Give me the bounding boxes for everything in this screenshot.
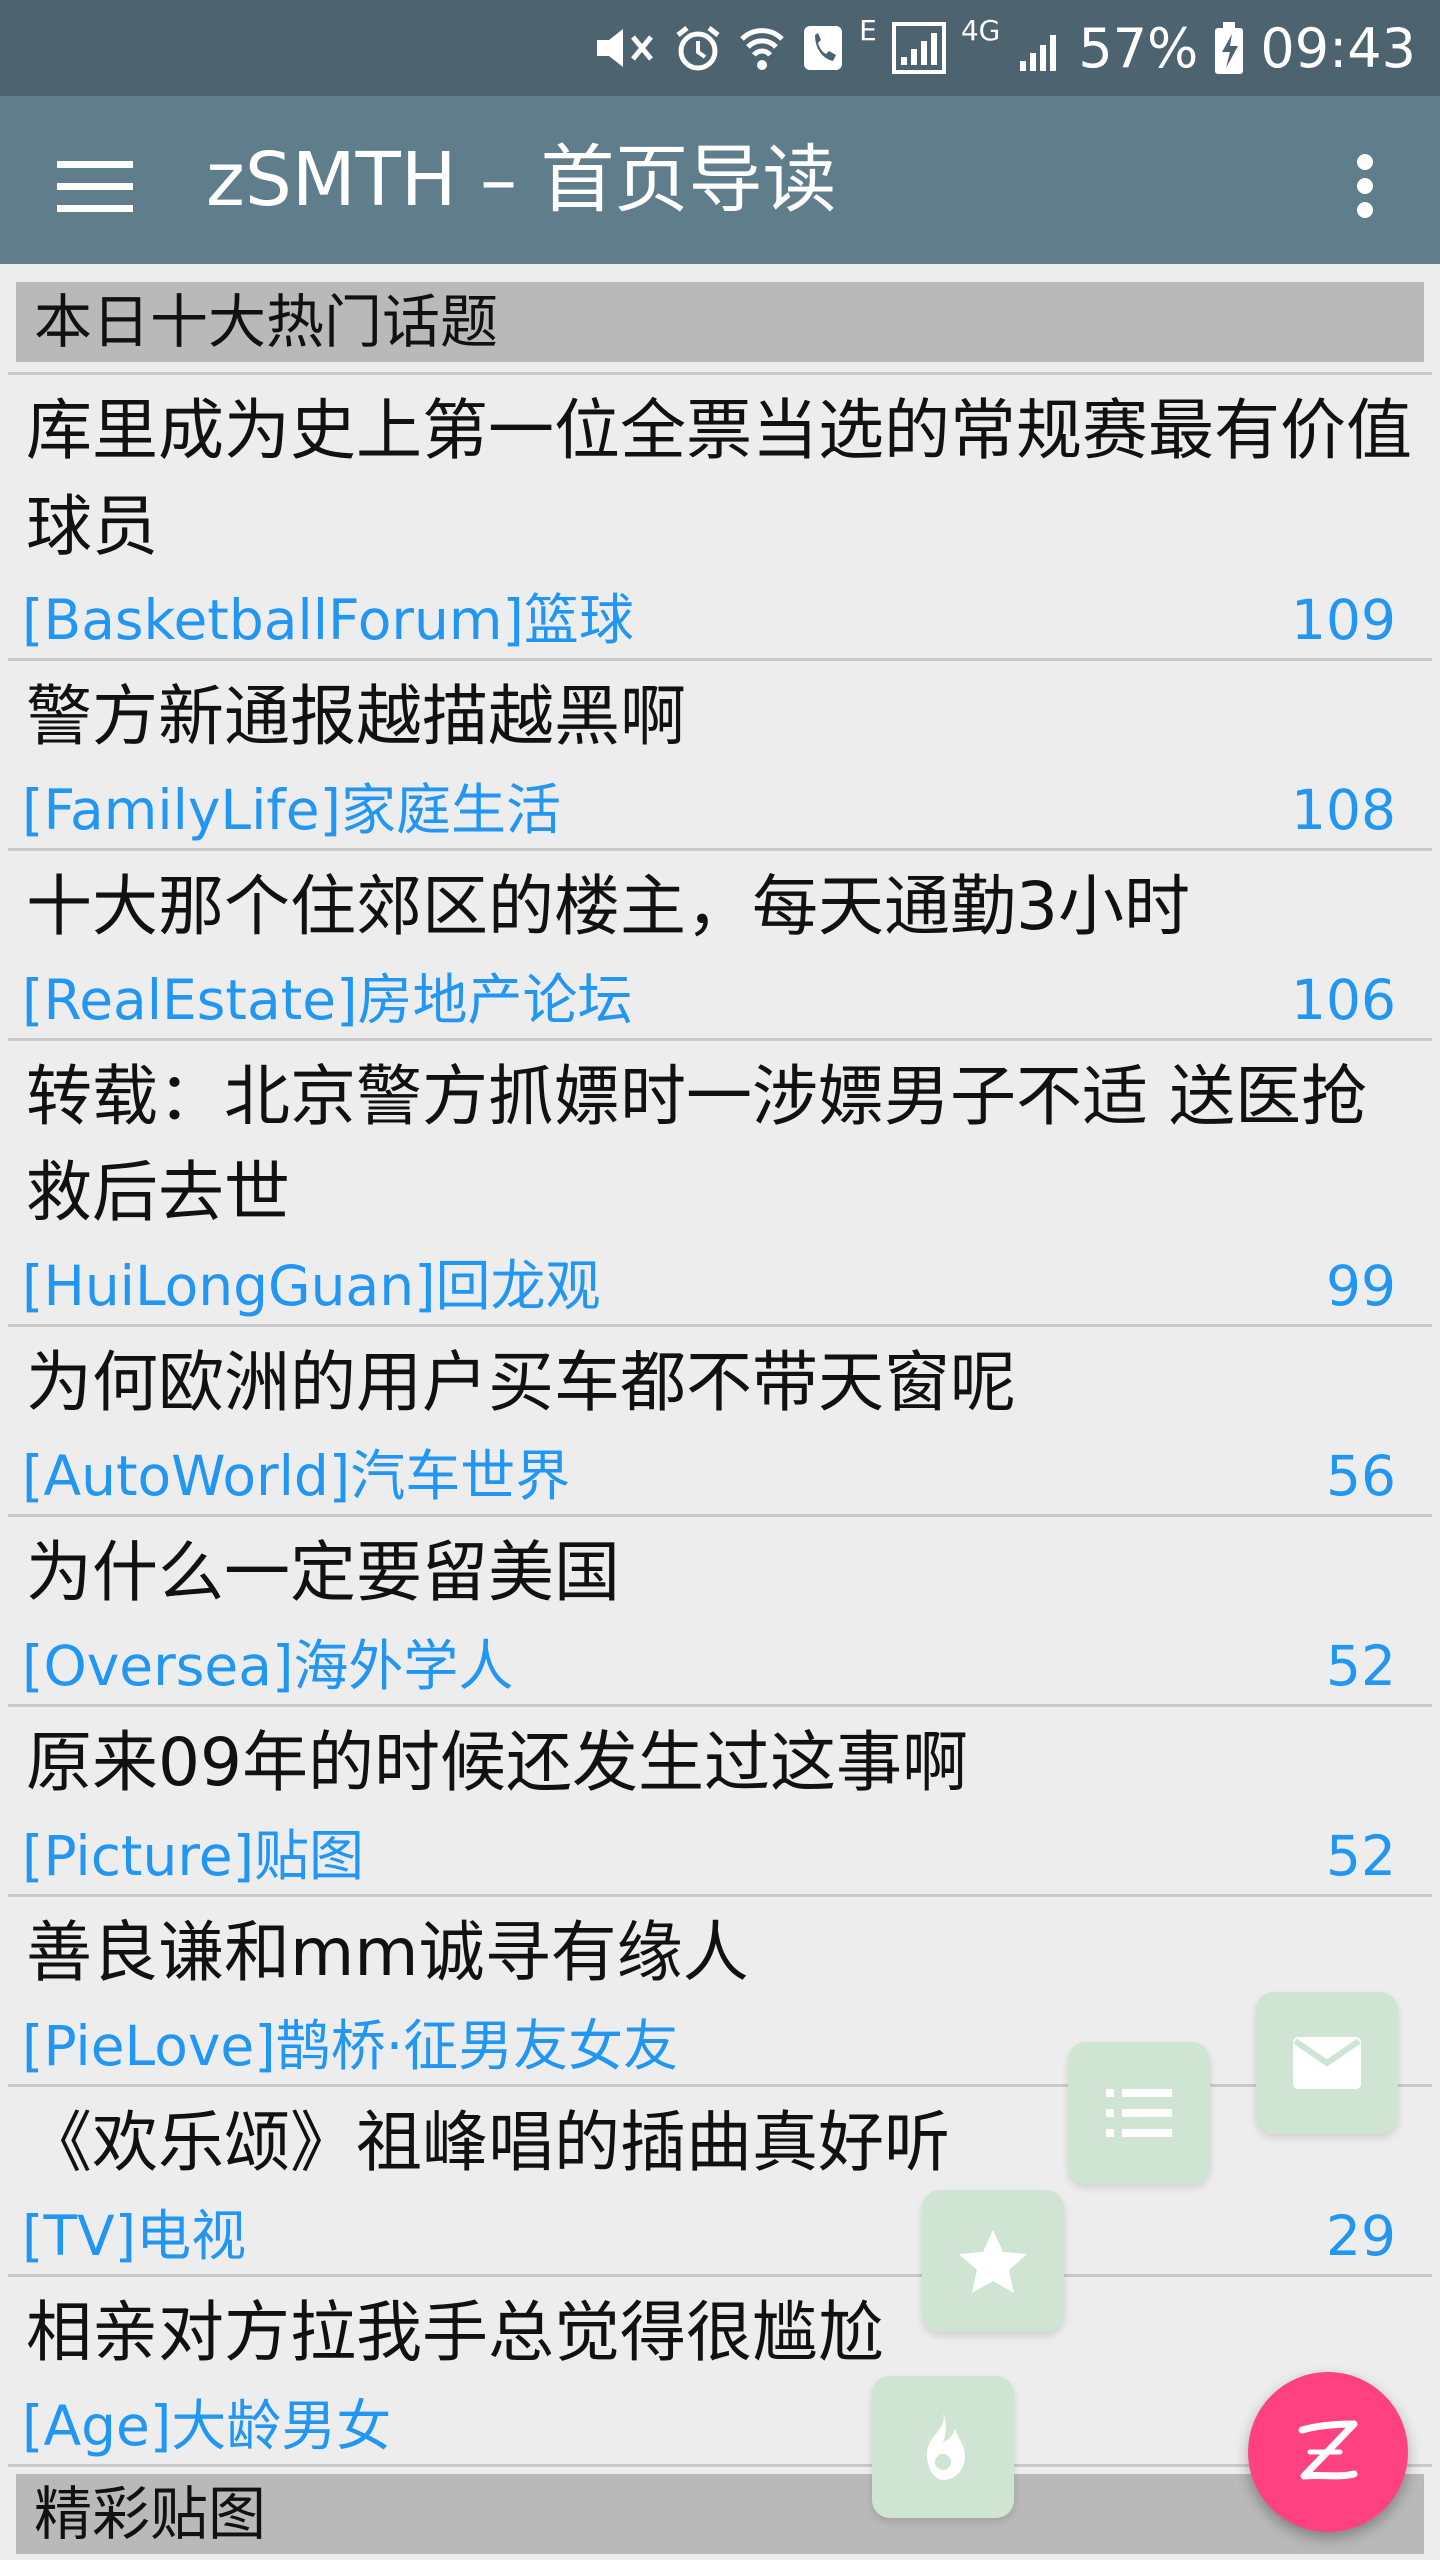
overflow-menu-button[interactable]: [1330, 138, 1400, 234]
status-icons: E 4G 57% 09:43: [589, 0, 1416, 96]
topic-board[interactable]: [AutoWorld]汽车世界: [22, 1441, 570, 1511]
topic-title: 原来09年的时候还发生过这事啊: [26, 1724, 968, 1801]
topic-reply-count: 109: [1291, 588, 1396, 652]
topic-board[interactable]: [Picture]贴图: [22, 1821, 364, 1891]
topic-title: 库里成为史上第一位全票当选的常规赛最有价值球员: [26, 392, 1412, 565]
mail-icon: [1293, 2037, 1361, 2089]
topic-item[interactable]: 转载：北京警方抓嫖时一涉嫖男子不适 送医抢救后去世 [HuiLongGuan]回…: [8, 1038, 1432, 1324]
app-bar: zSMTH – 首页导读: [0, 96, 1440, 264]
list-icon: [1106, 2089, 1172, 2137]
network-4g-label: 4G: [960, 14, 1001, 47]
topic-title: 十大那个住郊区的楼主，每天通勤3小时: [26, 868, 1190, 945]
phone-icon: [801, 23, 845, 73]
topic-board[interactable]: [HuiLongGuan]回龙观: [22, 1251, 601, 1321]
app-title: zSMTH – 首页导读: [206, 137, 837, 223]
wifi-call-icon: [737, 21, 787, 75]
topic-title: 善良谦和mm诚寻有缘人: [26, 1914, 749, 1991]
fire-icon: [926, 2412, 965, 2480]
topic-title: 转载：北京警方抓嫖时一涉嫖男子不适 送医抢救后去世: [26, 1058, 1367, 1231]
signal-icon-2: [1014, 21, 1064, 75]
z-logo-icon: [1298, 2420, 1358, 2480]
topic-title: 为何欧洲的用户买车都不带天窗呢: [26, 1344, 1016, 1421]
menu-button[interactable]: [40, 138, 150, 234]
topic-board[interactable]: [Age]大龄男女: [22, 2391, 391, 2461]
topic-title: 警方新通报越描越黑啊: [26, 678, 686, 755]
topic-item[interactable]: 相亲对方拉我手总觉得很尴尬 [Age]大龄男女: [8, 2274, 1432, 2464]
topic-board[interactable]: [PieLove]鹊桥·征男友女友: [22, 2011, 678, 2081]
topic-item[interactable]: 善良谦和mm诚寻有缘人 [PieLove]鹊桥·征男友女友: [8, 1894, 1432, 2084]
topic-board[interactable]: [FamilyLife]家庭生活: [22, 775, 561, 845]
alarm-icon: [673, 23, 723, 73]
network-e-label: E: [859, 14, 877, 47]
topic-board[interactable]: [Oversea]海外学人: [22, 1631, 513, 1701]
more-vert-icon: [1357, 154, 1373, 218]
topic-board[interactable]: [BasketballForum]篮球: [22, 585, 634, 655]
topic-item[interactable]: 为什么一定要留美国 [Oversea]海外学人 52: [8, 1514, 1432, 1704]
topic-reply-count: 52: [1326, 1824, 1396, 1888]
topic-reply-count: 56: [1326, 1444, 1396, 1508]
section-header-featured-pictures: 精彩贴图: [16, 2474, 1424, 2554]
main-fab[interactable]: [1248, 2372, 1408, 2532]
topic-reply-count: 108: [1291, 778, 1396, 842]
topic-title: 为什么一定要留美国: [26, 1534, 620, 1611]
list-fab[interactable]: [1068, 2042, 1210, 2184]
topic-board[interactable]: [RealEstate]房地产论坛: [22, 965, 633, 1035]
star-icon: [959, 2230, 1027, 2293]
mute-icon: [589, 23, 659, 73]
hot-fab[interactable]: [872, 2376, 1014, 2518]
clock-time: 09:43: [1260, 16, 1416, 80]
topic-reply-count: 99: [1326, 1254, 1396, 1318]
topic-item[interactable]: 为何欧洲的用户买车都不带天窗呢 [AutoWorld]汽车世界 56: [8, 1324, 1432, 1514]
favorite-fab[interactable]: [922, 2190, 1064, 2332]
topic-item[interactable]: 十大那个住郊区的楼主，每天通勤3小时 [RealEstate]房地产论坛 106: [8, 848, 1432, 1038]
topic-item[interactable]: 警方新通报越描越黑啊 [FamilyLife]家庭生活 108: [8, 658, 1432, 848]
topic-item[interactable]: 原来09年的时候还发生过这事啊 [Picture]贴图 52: [8, 1704, 1432, 1894]
topic-title: 相亲对方拉我手总觉得很尴尬: [26, 2294, 884, 2371]
topic-board[interactable]: [TV]电视: [22, 2201, 246, 2271]
mail-fab[interactable]: [1256, 1992, 1398, 2134]
list-divider: [8, 2464, 1432, 2468]
status-bar: E 4G 57% 09:43: [0, 0, 1440, 96]
hamburger-menu-icon: [57, 161, 133, 212]
battery-charging-icon: [1212, 20, 1246, 76]
signal-icon-1: [891, 21, 947, 75]
topic-reply-count: 52: [1326, 1634, 1396, 1698]
battery-percent: 57%: [1078, 16, 1199, 80]
topic-title: 《欢乐颂》祖峰唱的插曲真好听: [26, 2104, 950, 2181]
topic-reply-count: 29: [1326, 2204, 1396, 2268]
topic-reply-count: 106: [1291, 968, 1396, 1032]
content-list: 本日十大热门话题 库里成为史上第一位全票当选的常规赛最有价值球员 [Basket…: [0, 264, 1440, 2560]
topic-item[interactable]: 《欢乐颂》祖峰唱的插曲真好听 [TV]电视 29: [8, 2084, 1432, 2274]
topic-item[interactable]: 库里成为史上第一位全票当选的常规赛最有价值球员 [BasketballForum…: [8, 372, 1432, 658]
section-header-hot-topics: 本日十大热门话题: [16, 282, 1424, 362]
